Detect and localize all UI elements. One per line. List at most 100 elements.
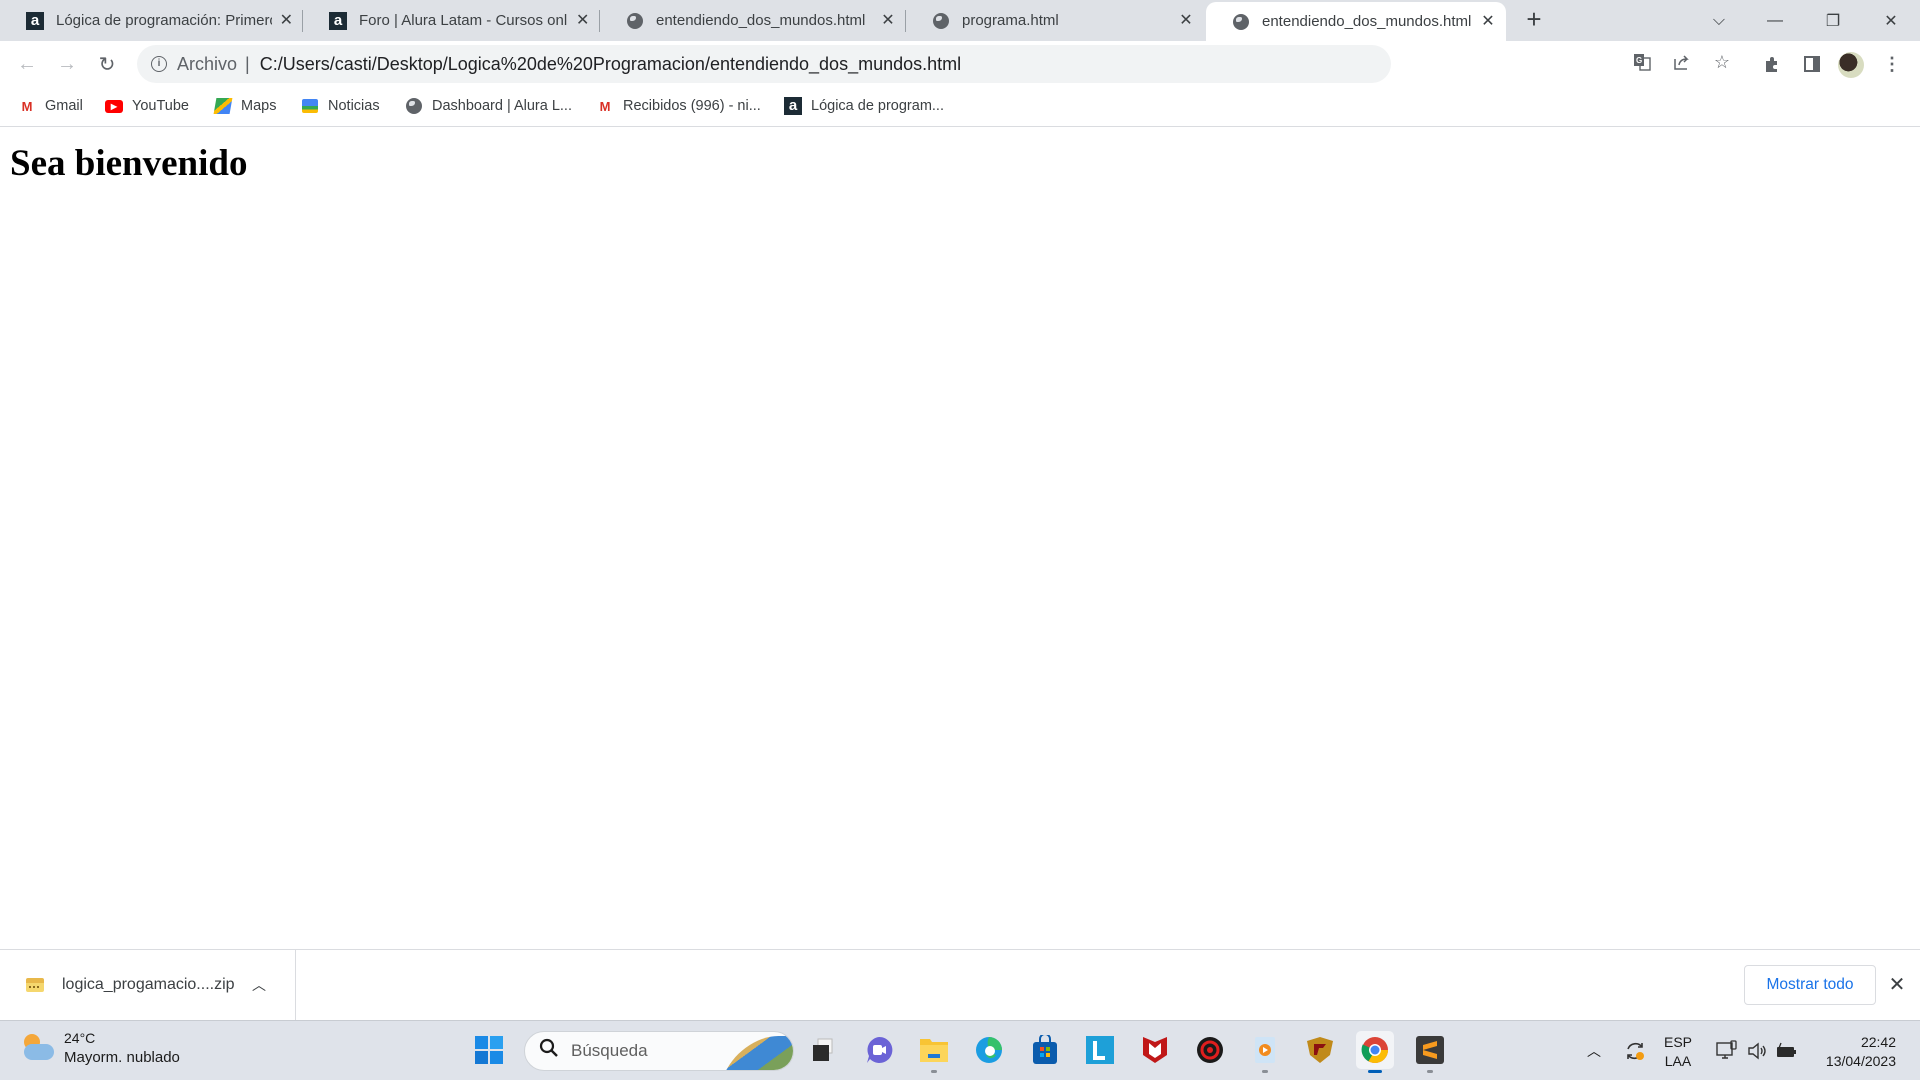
tab-search-button[interactable]: ⌵	[1696, 0, 1742, 41]
bookmark-youtube[interactable]: ▶ YouTube	[105, 95, 189, 117]
keyboard-layout: LAA	[1664, 1053, 1692, 1069]
battery-charging-icon[interactable]	[1774, 1021, 1800, 1081]
bookmark-recibidos[interactable]: M Recibidos (996) - ni...	[596, 95, 761, 117]
bookmark-label: Gmail	[45, 98, 83, 114]
sublime-text-icon[interactable]	[1411, 1031, 1449, 1073]
sync-icon[interactable]	[1620, 1021, 1650, 1081]
tab-strip: a Lógica de programación: Primeros pasos…	[0, 0, 1920, 41]
edge-browser-icon[interactable]	[970, 1031, 1008, 1069]
bookmark-gmail[interactable]: M Gmail	[18, 95, 83, 117]
alura-icon: a	[329, 11, 347, 30]
start-button[interactable]	[470, 1031, 508, 1069]
bookmark-star-icon[interactable]: ☆	[1710, 50, 1734, 74]
tab-entendiendo-dos-mundos[interactable]: entendiendo_dos_mundos.html ✕	[600, 0, 906, 41]
bookmark-label: Dashboard | Alura L...	[432, 98, 572, 114]
close-tab-icon[interactable]: ✕	[1178, 12, 1194, 29]
search-icon	[539, 1038, 559, 1064]
file-explorer-icon[interactable]	[915, 1031, 953, 1073]
search-placeholder: Búsqueda	[571, 1041, 648, 1060]
close-download-bar-icon[interactable]: ✕	[1886, 974, 1908, 996]
bookmark-label: YouTube	[132, 98, 189, 114]
scheme-label: Archivo	[177, 53, 238, 74]
weather-widget[interactable]: 24°C Mayorm. nublado	[22, 1029, 180, 1067]
media-player-icon[interactable]	[1246, 1031, 1284, 1073]
close-tab-icon[interactable]: ✕	[880, 12, 896, 29]
bookmark-logica-programacion[interactable]: a Lógica de program...	[784, 95, 944, 117]
system-clock[interactable]: 22:42 13/04/2023	[1810, 1033, 1896, 1071]
profile-avatar[interactable]	[1838, 52, 1864, 78]
windows-taskbar: 24°C Mayorm. nublado Búsqueda ︿ ESP LAA …	[0, 1020, 1920, 1080]
tab-foro-alura[interactable]: a Foro | Alura Latam - Cursos online ✕	[303, 0, 600, 41]
side-panel-icon[interactable]	[1796, 48, 1828, 80]
zip-file-icon	[26, 978, 44, 992]
globe-icon	[626, 12, 644, 30]
reload-button[interactable]: ↻	[91, 48, 123, 80]
address-bar[interactable]: i Archivo | C:/Users/casti/Desktop/Logic…	[137, 45, 1391, 83]
alura-icon: a	[26, 11, 44, 30]
page-content: Sea bienvenido	[0, 128, 1920, 949]
volume-icon[interactable]	[1744, 1021, 1770, 1081]
tab-title: entendiendo_dos_mundos.html	[1262, 13, 1472, 30]
youtube-icon: ▶	[105, 97, 123, 115]
globe-icon	[405, 97, 423, 115]
taskbar-search[interactable]: Búsqueda	[524, 1031, 794, 1071]
mcafee-icon[interactable]	[1136, 1031, 1174, 1069]
alura-icon: a	[784, 97, 802, 115]
game-app-icon[interactable]	[1301, 1031, 1339, 1069]
active-indicator	[1368, 1070, 1382, 1073]
chrome-taskbar-icon[interactable]	[1356, 1031, 1394, 1073]
partly-cloudy-night-icon	[22, 1032, 54, 1064]
tab-entendiendo-dos-mundos-active[interactable]: entendiendo_dos_mundos.html ✕	[1206, 2, 1506, 41]
close-tab-icon[interactable]: ✕	[1480, 13, 1496, 30]
gmail-icon: M	[599, 98, 611, 114]
driver-booster-icon[interactable]	[1191, 1031, 1229, 1069]
minimize-button[interactable]: —	[1752, 0, 1798, 41]
close-tab-icon[interactable]: ✕	[575, 12, 590, 29]
extensions-icon[interactable]	[1756, 48, 1788, 80]
show-all-downloads-button[interactable]: Mostrar todo	[1744, 965, 1876, 1005]
teams-chat-icon[interactable]	[860, 1031, 898, 1069]
download-item[interactable]: logica_progamacio....zip ︿	[0, 950, 296, 1020]
share-icon[interactable]	[1670, 50, 1694, 74]
globe-icon	[932, 12, 950, 30]
microsoft-store-icon[interactable]	[1026, 1031, 1064, 1069]
network-icon[interactable]	[1714, 1021, 1740, 1081]
bookmark-noticias[interactable]: Noticias	[301, 95, 380, 117]
l-app-icon[interactable]	[1081, 1031, 1119, 1069]
bookmarks-bar: M Gmail ▶ YouTube Maps Noticias Dashboar…	[0, 87, 1920, 127]
clock-date: 13/04/2023	[1825, 1053, 1896, 1069]
language-indicator[interactable]: ESP LAA	[1664, 1033, 1692, 1071]
maps-icon	[213, 97, 233, 115]
forward-button[interactable]: →	[51, 48, 83, 80]
clock-time: 22:42	[1860, 1034, 1896, 1050]
url-text[interactable]: C:/Users/casti/Desktop/Logica%20de%20Pro…	[260, 54, 961, 75]
bookmark-label: Noticias	[328, 98, 380, 114]
chevron-up-icon[interactable]: ︿	[249, 975, 269, 995]
tab-logica-programacion[interactable]: a Lógica de programación: Primeros pasos…	[0, 0, 303, 41]
page-heading: Sea bienvenido	[10, 143, 248, 184]
bookmark-maps[interactable]: Maps	[213, 95, 277, 117]
news-icon	[301, 97, 319, 115]
restore-button[interactable]: ❐	[1810, 0, 1856, 41]
scheme-divider: |	[245, 53, 250, 74]
tab-programa[interactable]: programa.html ✕	[906, 0, 1204, 41]
site-info-icon[interactable]: i	[151, 56, 167, 72]
tab-title: Lógica de programación: Primeros pasos	[56, 12, 272, 29]
back-button[interactable]: ←	[11, 48, 43, 80]
bookmark-label: Recibidos (996) - ni...	[623, 98, 761, 114]
bookmark-dashboard-alura[interactable]: Dashboard | Alura L...	[405, 95, 572, 117]
show-hidden-icons-chevron[interactable]: ︿	[1582, 1021, 1606, 1081]
new-tab-button[interactable]: +	[1522, 6, 1546, 32]
translate-icon[interactable]: G	[1630, 50, 1654, 74]
download-file-name: logica_progamacio....zip	[62, 976, 235, 993]
close-tab-icon[interactable]: ✕	[280, 12, 293, 29]
bookmark-label: Maps	[241, 98, 277, 114]
task-view-icon[interactable]	[804, 1031, 842, 1069]
globe-icon	[1232, 13, 1250, 31]
running-indicator	[1427, 1070, 1433, 1073]
menu-kebab-icon[interactable]: ⋮	[1876, 48, 1908, 80]
gmail-icon: M	[21, 98, 33, 114]
close-window-button[interactable]: ✕	[1868, 0, 1914, 41]
weather-description: Mayorm. nublado	[64, 1049, 180, 1066]
windows-logo-icon	[475, 1036, 503, 1064]
